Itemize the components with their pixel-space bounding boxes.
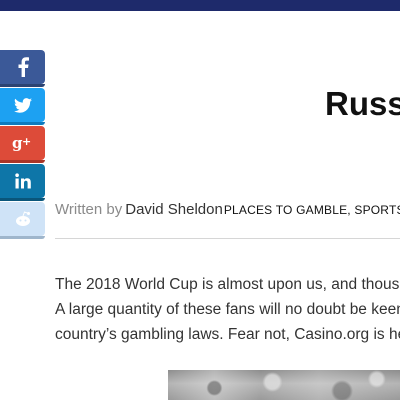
byline-written-by-label: Written by <box>55 201 123 218</box>
linkedin-share-button[interactable] <box>0 164 45 201</box>
svg-text:+: + <box>22 135 31 148</box>
article-byline: Written by David SheldonPLACES TO GAMBLE,… <box>55 200 400 220</box>
facebook-share-button[interactable] <box>0 50 45 87</box>
reddit-icon <box>14 211 32 227</box>
twitter-icon <box>13 97 32 113</box>
paragraph-line: A large quantity of these fans will no d… <box>55 301 400 318</box>
article-title: Russ <box>325 85 400 122</box>
article-hero-image <box>168 370 400 400</box>
reddit-share-button[interactable] <box>0 202 45 239</box>
social-share-bar: g + <box>0 50 45 240</box>
facebook-icon <box>17 57 29 77</box>
twitter-share-button[interactable] <box>0 88 45 125</box>
byline-divider <box>55 238 400 239</box>
article-intro-paragraph: The 2018 World Cup is almost upon us, an… <box>55 272 400 347</box>
category-links[interactable]: PLACES TO GAMBLE, SPORTS <box>224 203 400 217</box>
paragraph-line: country’s gambling laws. Fear not, Casin… <box>55 326 400 343</box>
linkedin-icon <box>14 173 31 189</box>
site-header-bar <box>0 0 400 11</box>
page: g + Russ Written by David SheldonPLACES … <box>0 0 400 400</box>
paragraph-line: The 2018 World Cup is almost upon us, an… <box>55 276 400 293</box>
google-plus-share-button[interactable]: g + <box>0 126 45 163</box>
google-plus-icon: g + <box>12 135 34 151</box>
author-link[interactable]: David Sheldon <box>125 201 223 218</box>
